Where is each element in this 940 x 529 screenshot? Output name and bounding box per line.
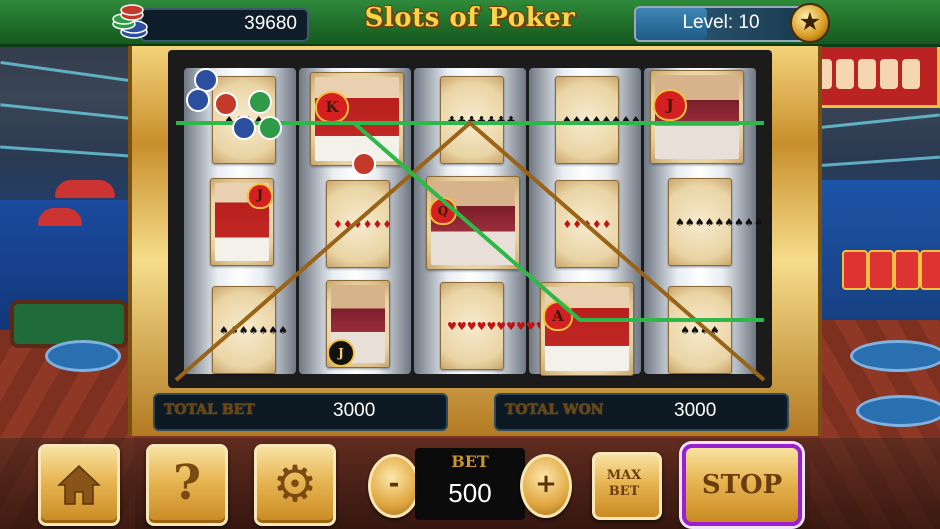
level-progress-bar: Level: 10 [634, 6, 808, 42]
bet-increase-button[interactable]: + [520, 454, 572, 518]
total-won-value: 3000 [674, 400, 717, 421]
card-symbol: ♣♣♣♣♣♣♣ [440, 76, 516, 164]
level-label: Level: 10 [682, 12, 760, 33]
coin-balance: 39680 [244, 13, 297, 34]
bet-display: BET 500 [415, 448, 525, 520]
game-title: Slots of Poker [364, 3, 576, 33]
home-button[interactable] [38, 444, 120, 526]
card-symbol: ♠♠♠♠♠♠♠♠♠ [668, 178, 764, 266]
card-symbol: ♠♠♠♠♠♠♠♠ [555, 76, 641, 164]
total-bet-label: TOTAL BET [164, 402, 255, 418]
star-icon[interactable] [790, 3, 830, 43]
coin-balance-box: 39680 [140, 8, 309, 42]
card-symbol-jack: J [210, 178, 274, 266]
bet-value: 500 [448, 478, 492, 508]
bet-decrease-button[interactable]: - [368, 454, 420, 518]
help-icon: ? [172, 455, 202, 511]
card-symbol: ♥♥♥♥♥♥♥♥♥♥ [440, 282, 546, 370]
card-symbol-queen: Q [426, 176, 520, 270]
card-symbol-king: K [310, 72, 404, 166]
card-symbol-ace: A [540, 282, 634, 376]
card-symbol: ♦♦♦♦♦♦ [326, 180, 392, 268]
top-bar: 39680 Slots of Poker Level: 10 [0, 0, 940, 47]
total-won-panel: TOTAL WON 3000 [494, 393, 789, 431]
help-button[interactable]: ? [146, 444, 228, 526]
total-bet-panel: TOTAL BET 3000 [153, 393, 448, 431]
stop-button[interactable]: STOP [682, 444, 802, 526]
bet-control: - BET 500 + [368, 448, 572, 520]
card-symbol: ♠♠♠♠ [668, 286, 732, 374]
card-symbol-jack: J [326, 280, 390, 368]
home-icon [57, 464, 101, 505]
max-bet-label: MAX BET [606, 468, 642, 499]
chips-icon [112, 4, 148, 39]
card-symbol: ♠♠♠♠ [212, 76, 276, 164]
bet-label: BET [451, 452, 489, 471]
max-bet-button[interactable]: MAX BET [592, 452, 662, 520]
card-symbol: ♠♠♠♠♠♠♠ [212, 286, 288, 374]
total-bet-value: 3000 [333, 400, 376, 421]
settings-button[interactable]: ⚙ [254, 444, 336, 526]
card-symbol-jack: J [650, 70, 744, 164]
total-won-label: TOTAL WON [505, 402, 604, 418]
gear-icon: ⚙ [272, 455, 318, 513]
card-symbol: ♦♦♦♦♦ [555, 180, 619, 268]
